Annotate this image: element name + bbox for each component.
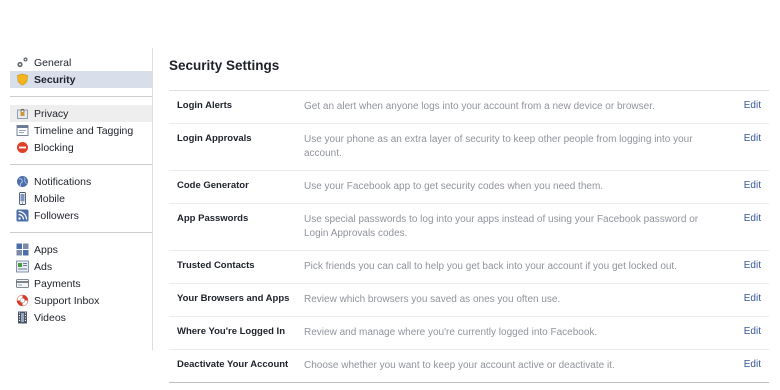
setting-description: Use special passwords to log into your a… xyxy=(304,214,699,239)
sidebar-item-label: Security xyxy=(34,73,76,86)
sidebar-separator xyxy=(10,164,152,165)
setting-label: App Passwords xyxy=(177,213,249,224)
setting-label: Code Generator xyxy=(177,180,249,191)
setting-label: Login Approvals xyxy=(177,133,252,144)
sidebar-item-videos[interactable]: Videos xyxy=(10,309,152,326)
sidebar-item-general[interactable]: General xyxy=(10,54,152,71)
mobile-icon xyxy=(16,192,29,205)
sidebar-item-label: Payments xyxy=(34,277,81,290)
sidebar-item-label: Videos xyxy=(34,311,66,324)
edit-link[interactable]: Edit xyxy=(744,133,761,144)
setting-description: Get an alert when anyone logs into your … xyxy=(304,101,655,112)
setting-row-code-generator[interactable]: Code Generator Use your Facebook app to g… xyxy=(169,171,769,204)
sidebar-item-payments[interactable]: Payments xyxy=(10,275,152,292)
sidebar-item-label: Blocking xyxy=(34,141,74,154)
setting-row-app-passwords[interactable]: App Passwords Use special passwords to lo… xyxy=(169,204,769,251)
edit-link[interactable]: Edit xyxy=(744,326,761,337)
sidebar-item-mobile[interactable]: Mobile xyxy=(10,190,152,207)
main-content: Security Settings Login Alerts Get an ale… xyxy=(169,58,769,383)
gears-icon xyxy=(16,56,29,69)
sidebar-item-label: Ads xyxy=(34,260,53,273)
blocking-icon xyxy=(16,141,29,154)
page-title: Security Settings xyxy=(169,58,280,73)
edit-link[interactable]: Edit xyxy=(744,293,761,304)
setting-description: Use your Facebook app to get security co… xyxy=(304,181,604,192)
setting-row-login-approvals[interactable]: Login Approvals Use your phone as an extr… xyxy=(169,124,769,171)
setting-label: Login Alerts xyxy=(177,100,233,111)
lifebuoy-icon xyxy=(16,294,29,307)
film-icon xyxy=(16,311,29,324)
padlock-icon xyxy=(16,107,29,120)
setting-row-deactivate-your-account[interactable]: Deactivate Your Account Choose whether yo… xyxy=(169,350,769,383)
sidebar-item-label: Privacy xyxy=(34,107,69,120)
sidebar-item-ads[interactable]: Ads xyxy=(10,258,152,275)
setting-label: Your Browsers and Apps xyxy=(177,293,290,304)
setting-label: Where You're Logged In xyxy=(177,326,285,337)
ads-icon xyxy=(16,260,29,273)
sidebar-item-timeline-and-tagging[interactable]: Timeline and Tagging xyxy=(10,122,152,139)
setting-label: Trusted Contacts xyxy=(177,260,255,271)
setting-row-trusted-contacts[interactable]: Trusted Contacts Pick friends you can cal… xyxy=(169,251,769,284)
sidebar-item-label: Timeline and Tagging xyxy=(34,124,134,137)
edit-link[interactable]: Edit xyxy=(744,180,761,191)
sidebar-item-security[interactable]: Security xyxy=(10,71,152,88)
timeline-icon xyxy=(16,124,29,137)
setting-description: Review which browsers you saved as ones … xyxy=(304,294,561,305)
setting-row-where-you-re-logged-in[interactable]: Where You're Logged In Review and manage … xyxy=(169,317,769,350)
sidebar-item-blocking[interactable]: Blocking xyxy=(10,139,152,156)
globe-icon xyxy=(16,175,29,188)
setting-description: Review and manage where you're currently… xyxy=(304,327,598,338)
rss-icon xyxy=(16,209,29,222)
sidebar-separator xyxy=(10,232,152,233)
sidebar-item-label: Followers xyxy=(34,209,79,222)
credit-card-icon xyxy=(16,277,29,290)
sidebar-item-label: Apps xyxy=(34,243,58,256)
sidebar-item-apps[interactable]: Apps xyxy=(10,241,152,258)
settings-sidebar: General Security Privacy Timeline and Taggi… xyxy=(10,54,152,326)
sidebar-item-label: Notifications xyxy=(34,175,92,188)
sidebar-item-support-inbox[interactable]: Support Inbox xyxy=(10,292,152,309)
sidebar-separator xyxy=(10,96,152,97)
edit-link[interactable]: Edit xyxy=(744,213,761,224)
edit-link[interactable]: Edit xyxy=(744,100,761,111)
sidebar-item-privacy[interactable]: Privacy xyxy=(10,105,152,122)
sidebar-item-notifications[interactable]: Notifications xyxy=(10,173,152,190)
setting-description: Pick friends you can call to help you ge… xyxy=(304,261,677,272)
sidebar-item-label: Mobile xyxy=(34,192,65,205)
shield-icon xyxy=(16,73,29,86)
setting-description: Use your phone as an extra layer of secu… xyxy=(304,134,693,159)
sidebar-item-label: General xyxy=(34,56,72,69)
sidebar-divider xyxy=(152,48,153,350)
setting-row-your-browsers-and-apps[interactable]: Your Browsers and Apps Review which brows… xyxy=(169,284,769,317)
sidebar-item-label: Support Inbox xyxy=(34,294,100,307)
apps-icon xyxy=(16,243,29,256)
sidebar-item-followers[interactable]: Followers xyxy=(10,207,152,224)
setting-label: Deactivate Your Account xyxy=(177,359,289,370)
edit-link[interactable]: Edit xyxy=(744,260,761,271)
edit-link[interactable]: Edit xyxy=(744,359,761,370)
setting-description: Choose whether you want to keep your acc… xyxy=(304,360,615,371)
security-settings-table: Login Alerts Get an alert when anyone log… xyxy=(169,90,769,383)
setting-row-login-alerts[interactable]: Login Alerts Get an alert when anyone log… xyxy=(169,91,769,124)
